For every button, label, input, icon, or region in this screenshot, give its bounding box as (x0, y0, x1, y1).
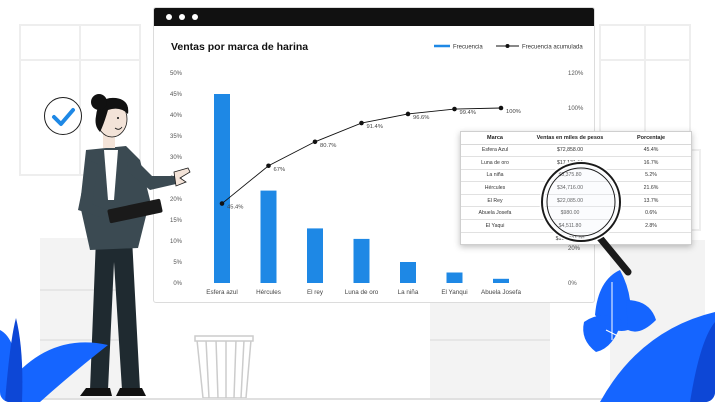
data-label: 91.4% (367, 124, 383, 130)
bar (214, 94, 230, 283)
bar (353, 238, 370, 283)
x-tick-label: La niña (398, 289, 419, 296)
y-tick-label: 30% (170, 155, 183, 161)
data-label: 45.4% (227, 205, 243, 211)
column-header: Marca (461, 132, 529, 145)
table-row: La niña $8,375.80 5.2% (461, 169, 691, 183)
table-total-row: $160,691.00 (461, 232, 691, 245)
data-label: 100% (506, 109, 521, 115)
y-tick-label: 15% (170, 218, 183, 224)
check-badge (44, 97, 82, 135)
table-cell: El Yaqui (461, 219, 529, 233)
table-cell: Hércules (461, 181, 529, 195)
y-tick-label: 35% (170, 134, 183, 140)
table-row: Abuela Josefa $980.00 0.6% (461, 206, 691, 221)
legend-line-marker (505, 44, 510, 48)
y-tick-label: 5% (173, 260, 182, 266)
table-cell: El Rey (461, 194, 529, 208)
table-row: Esfera Azul $72,858.00 45.4% (461, 144, 691, 158)
table-cell: $980.00 (529, 206, 611, 221)
y2-tick-label: 100% (568, 106, 584, 112)
table-cell: 2.8% (611, 219, 691, 233)
table-cell: 45.4% (611, 144, 691, 158)
table-cell: Abuela Josefa (461, 206, 529, 221)
y-tick-label: 50% (170, 71, 183, 77)
sales-table-card: Marca Ventas en miles de pesos Porcentaj… (460, 131, 692, 245)
table-cell: $22,085.00 (529, 194, 611, 208)
table-cell: 16.7% (611, 156, 691, 170)
table-cell: La niña (461, 169, 529, 183)
column-header: Porcentaje (611, 132, 691, 145)
bar (307, 228, 323, 283)
bar (446, 272, 463, 283)
line-point (359, 120, 364, 126)
sales-table: Marca Ventas en miles de pesos Porcentaj… (461, 132, 691, 245)
table-cell: $17,131.00 (529, 156, 611, 170)
y-tick-label: 20% (170, 197, 183, 203)
table-cell (461, 232, 529, 245)
table-cell: 5.2% (611, 169, 691, 183)
table-row: El Rey $22,085.00 13.7% (461, 194, 691, 208)
chart-title: Ventas por marca de harina (171, 41, 308, 53)
table-row: Hércules $34,716.00 21.6% (461, 181, 691, 195)
check-icon (51, 107, 75, 126)
table-cell (611, 232, 691, 245)
x-tick-label: Luna de oro (345, 289, 379, 296)
data-label: 67% (274, 167, 286, 173)
y-axis-left: 0% 5% 10% 15% 20% 25% 30% 35% 40% 45% 50% (170, 71, 183, 287)
line-point (312, 139, 318, 145)
x-tick-label: Abuela Josefa (481, 289, 521, 296)
y2-tick-label: 120% (568, 71, 584, 77)
y2-tick-label: 20% (568, 246, 581, 252)
table-header-row: Marca Ventas en miles de pesos Porcentaj… (461, 132, 691, 145)
table-cell: $72,858.00 (529, 144, 611, 158)
bar (260, 190, 277, 283)
table-total-cell: $160,691.00 (555, 235, 585, 242)
line-point (219, 201, 225, 206)
bar (400, 262, 416, 283)
legend-line-label: Frecuencia acumulada (522, 45, 583, 51)
y-tick-label: 25% (170, 176, 183, 182)
table-cell: Luna de oro (461, 156, 529, 170)
table-cell: 21.6% (611, 181, 691, 195)
line-point (452, 106, 457, 112)
table-row: El Yaqui $4,511.80 2.8% (461, 219, 691, 233)
y2-tick-label: 0% (568, 281, 577, 287)
y-tick-label: 45% (170, 92, 183, 98)
table-cell: Esfera Azul (461, 144, 529, 158)
line-point (498, 105, 504, 111)
table-cell: 0.6% (611, 206, 691, 221)
line-point (266, 163, 271, 169)
x-tick-label: El rey (307, 289, 324, 296)
illustration-scene: Ventas por marca de harina Frecuencia Fr… (0, 0, 715, 402)
line-point (405, 111, 411, 117)
y-tick-label: 40% (170, 113, 183, 119)
data-label: 99.4% (460, 110, 476, 116)
table-row: Luna de oro $17,131.00 16.7% (461, 156, 691, 170)
wastebasket (194, 335, 254, 399)
table-cell: $8,375.80 (529, 169, 611, 183)
chart-legend: Frecuencia Frecuencia acumulada (434, 44, 583, 51)
x-tick-label: El Yanqui (441, 289, 467, 296)
table-cell: 13.7% (611, 194, 691, 208)
table-cell: $34,716.00 (529, 181, 611, 195)
column-header: Ventas en miles de pesos (529, 132, 611, 145)
x-axis: Esfera azul Hércules El rey Luna de oro La n… (206, 289, 521, 296)
data-label: 80.7% (320, 143, 336, 149)
legend-bar-label: Frecuencia (453, 45, 483, 51)
data-label: 96.6% (413, 115, 429, 121)
y-tick-label: 10% (170, 239, 183, 245)
table-cell: $4,511.80 (529, 219, 611, 233)
x-tick-label: Esfera azul (206, 289, 238, 296)
bar (493, 278, 509, 283)
x-tick-label: Hércules (256, 289, 281, 296)
y-tick-label: 0% (173, 281, 182, 287)
